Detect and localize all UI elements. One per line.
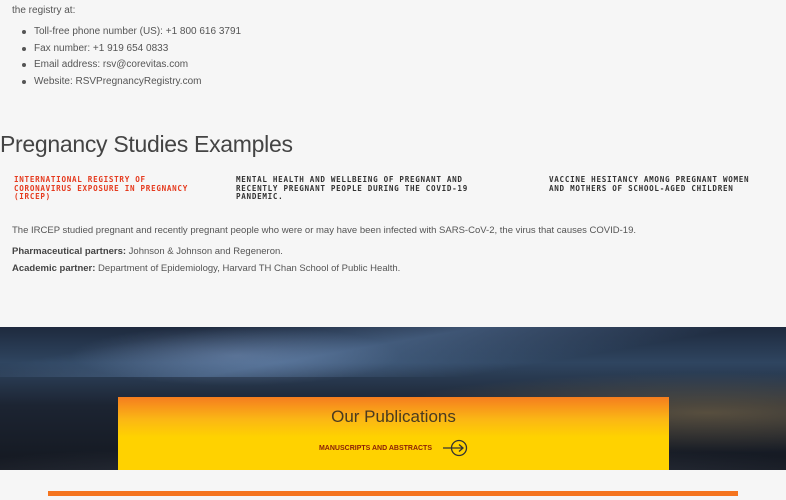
study-description: The IRCEP studied pregnant and recently … <box>12 225 636 236</box>
atmosphere-haze <box>0 327 786 377</box>
contact-intro: the registry at: <box>12 5 76 16</box>
academic-value: Department of Epidemiology, Harvard TH C… <box>95 263 401 274</box>
contact-phone: Toll-free phone number (US): +1 800 616 … <box>22 26 241 43</box>
pharma-value: Johnson & Johnson and Regeneron. <box>126 246 283 257</box>
tab-ircep[interactable]: International Registry of Coronavirus Ex… <box>14 175 189 202</box>
contact-list: Toll-free phone number (US): +1 800 616 … <box>22 26 241 92</box>
publications-title: Our Publications <box>331 407 456 426</box>
manuscripts-link[interactable]: MANUSCRIPTS AND ABSTRACTS <box>319 439 468 457</box>
contact-website[interactable]: Website: RSVPregnancyRegistry.com <box>22 76 241 93</box>
contact-fax: Fax number: +1 919 654 0833 <box>22 43 241 60</box>
pharma-partners: Pharmaceutical partners: Johnson & Johns… <box>12 246 283 257</box>
pharma-label: Pharmaceutical partners: <box>12 246 127 257</box>
manuscripts-label: MANUSCRIPTS AND ABSTRACTS <box>318 444 433 452</box>
academic-label: Academic partner: <box>12 263 96 274</box>
arrow-circle-icon <box>443 439 468 457</box>
footer-accent-bar <box>48 491 738 496</box>
contact-email[interactable]: Email address: rsv@corevitas.com <box>22 59 241 76</box>
academic-partner: Academic partner: Department of Epidemio… <box>12 263 400 274</box>
publications-card: Our Publications MANUSCRIPTS AND ABSTRAC… <box>118 397 669 470</box>
tab-vaccine-hesitancy[interactable]: Vaccine hesitancy among pregnant women a… <box>549 175 764 193</box>
tab-mental-health[interactable]: Mental health and wellbeing of pregnant … <box>236 175 506 202</box>
section-title: Pregnancy Studies Examples <box>0 131 293 157</box>
